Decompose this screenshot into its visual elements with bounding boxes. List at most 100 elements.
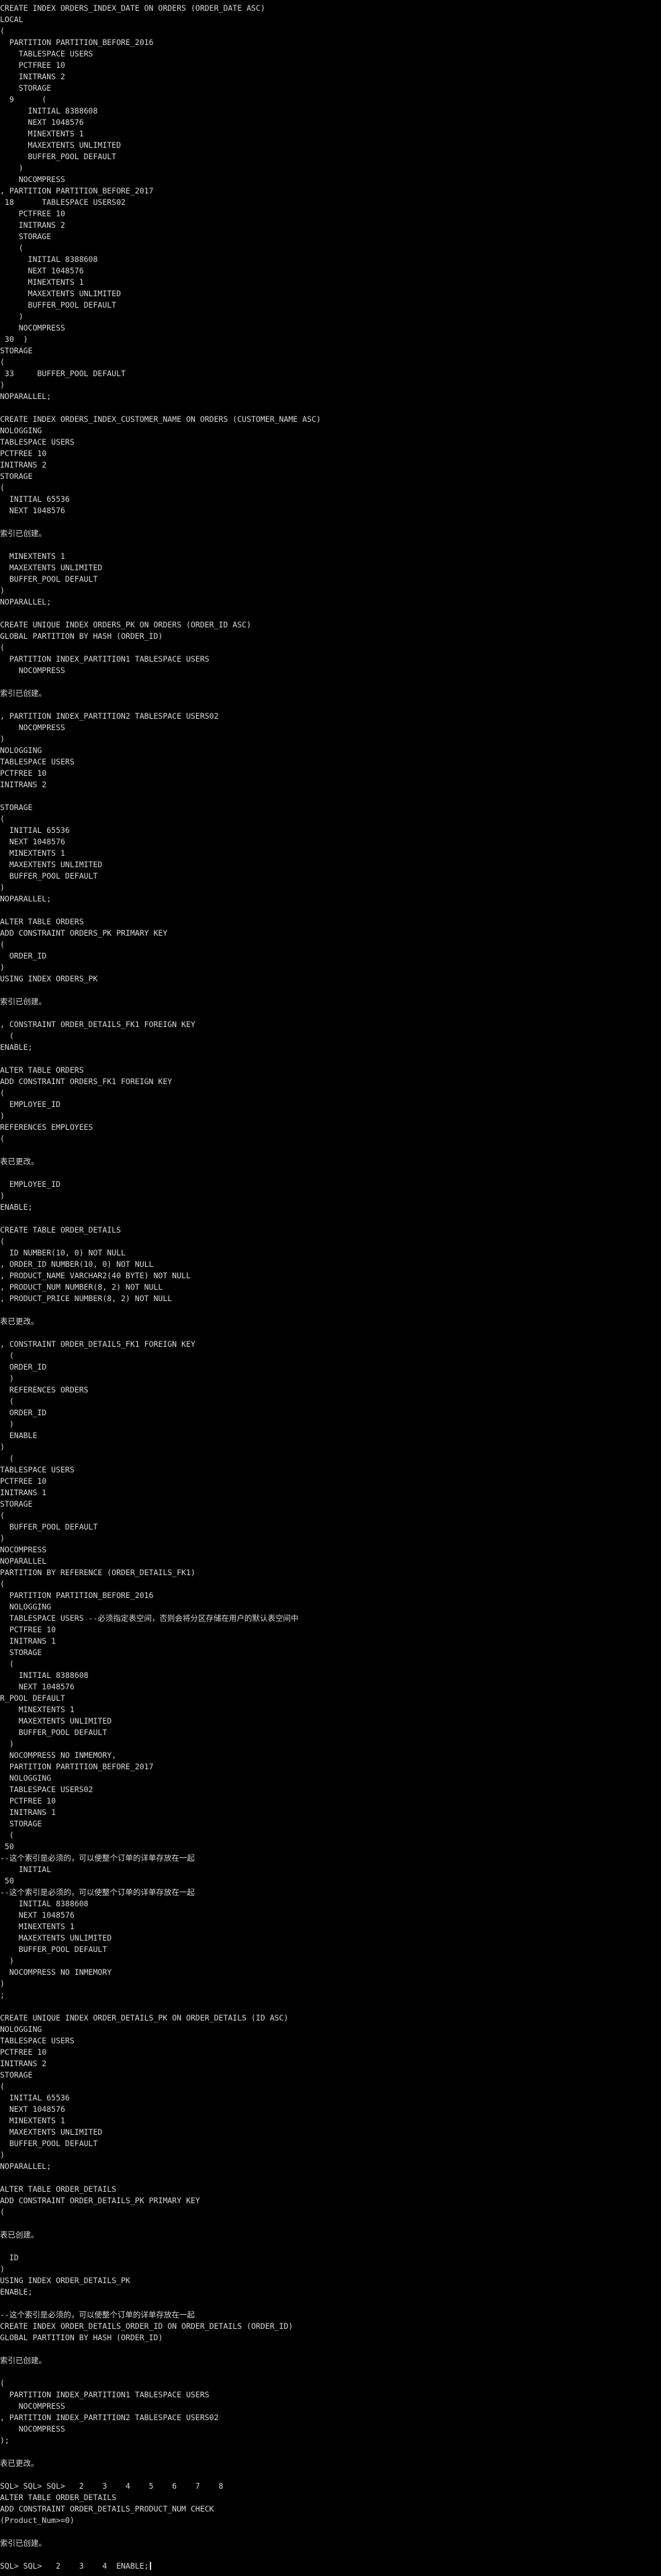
terminal-line: 索引已创建。 xyxy=(0,2538,46,2548)
terminal-line: ( xyxy=(0,26,5,36)
terminal-line: PCTFREE 10 xyxy=(0,1625,56,1634)
terminal-line: NOLOGGING xyxy=(0,1773,52,1783)
terminal-line: ); xyxy=(0,2436,9,2445)
terminal-line: 表已创建。 xyxy=(0,2230,39,2239)
terminal-line: BUFFER_POOL DEFAULT xyxy=(0,1728,107,1737)
terminal-line: NOCOMPRESS xyxy=(0,666,65,675)
terminal-line: ( xyxy=(0,1830,14,1840)
terminal-line: USING INDEX ORDER_DETAILS_PK xyxy=(0,2276,130,2285)
terminal-line: --这个索引是必须的，可以使整个订单的详单存放在一起 xyxy=(0,2310,195,2319)
terminal-line: NOCOMPRESS NO INMEMORY, xyxy=(0,1750,117,1760)
terminal-line: ALTER TABLE ORDER_DETAILS xyxy=(0,2493,117,2502)
terminal-line: ( xyxy=(0,940,5,949)
terminal-line: PCTFREE 10 xyxy=(0,768,47,778)
terminal-line: ORDER_ID xyxy=(0,1408,47,1417)
terminal-line: ) xyxy=(0,2264,5,2274)
terminal-line: TABLESPACE USERS xyxy=(0,49,93,58)
terminal-line: ( xyxy=(0,1396,14,1406)
terminal-line: , PARTITION INDEX_PARTITION2 TABLESPACE … xyxy=(0,2413,219,2422)
terminal-line: ( xyxy=(0,2207,5,2217)
terminal-line: MINEXTENTS 1 xyxy=(0,551,65,561)
terminal-line: ENABLE xyxy=(0,1431,38,1440)
terminal-line: REFERENCES EMPLOYEES xyxy=(0,1122,93,1132)
terminal-line: ORDER_ID xyxy=(0,1362,47,1372)
terminal-line: ID xyxy=(0,2253,19,2262)
terminal-line: BUFFER_POOL DEFAULT xyxy=(0,574,98,584)
terminal-line: CREATE TABLE ORDER_DETAILS xyxy=(0,1225,122,1235)
terminal-line: INITRANS 2 xyxy=(0,460,47,470)
terminal-line: 18 TABLESPACE USERS02 xyxy=(0,197,126,207)
terminal-line: STORAGE xyxy=(0,346,33,355)
terminal-line: MAXEXTENTS UNLIMITED xyxy=(0,563,103,572)
terminal-line: ( xyxy=(0,1579,5,1589)
terminal-line: ( xyxy=(0,2082,5,2091)
terminal-line: MINEXTENTS 1 xyxy=(0,129,84,138)
terminal-line: INITIAL 65536 xyxy=(0,494,70,504)
terminal-line: INITIAL 8388608 xyxy=(0,255,98,264)
terminal-line: ) xyxy=(0,1111,5,1120)
terminal-line: ( xyxy=(0,2379,5,2388)
terminal-window[interactable]: CREATE INDEX ORDERS_INDEX_DATE ON ORDERS… xyxy=(0,0,661,2576)
terminal-line: ( xyxy=(0,1351,14,1360)
terminal-line: MINEXTENTS 1 xyxy=(0,848,65,858)
terminal-line: EMPLOYEE_ID xyxy=(0,1180,61,1189)
terminal-line: R_POOL DEFAULT xyxy=(0,1693,65,1703)
terminal-line: PCTFREE 10 xyxy=(0,60,65,70)
terminal-line: , PRODUCT_PRICE NUMBER(8, 2) NOT NULL xyxy=(0,1294,173,1303)
terminal-line: ( xyxy=(0,1511,5,1520)
terminal-line: INITIAL 8388608 xyxy=(0,1671,89,1680)
terminal-line: 50 xyxy=(0,1876,14,1885)
terminal-line: ADD CONSTRAINT ORDERS_FK1 FOREIGN KEY xyxy=(0,1077,173,1086)
terminal-line: 9 ( xyxy=(0,95,47,104)
terminal-line: 索引已创建。 xyxy=(0,689,46,698)
terminal-line: ) xyxy=(0,1374,14,1383)
terminal-line: INITIAL xyxy=(0,1865,52,1874)
terminal-line: INITRANS 2 xyxy=(0,220,65,230)
terminal-line: BUFFER_POOL DEFAULT xyxy=(0,1522,98,1531)
terminal-line: BUFFER_POOL DEFAULT xyxy=(0,152,117,161)
terminal-line: INITRANS 2 xyxy=(0,780,47,789)
terminal-line: PCTFREE 10 xyxy=(0,1476,47,1486)
terminal-line: INITRANS 2 xyxy=(0,72,65,81)
terminal-line: PARTITION PARTITION_BEFORE_2016 xyxy=(0,38,154,47)
terminal-line: NEXT 1048576 xyxy=(0,118,84,127)
terminal-line: ) xyxy=(0,1442,5,1452)
terminal-line: ( xyxy=(0,1031,14,1040)
terminal-line: STORAGE xyxy=(0,1648,42,1657)
terminal-line: ( xyxy=(0,243,24,253)
terminal-line: , CONSTRAINT ORDER_DETAILS_FK1 FOREIGN K… xyxy=(0,1339,195,1349)
terminal-line: STORAGE xyxy=(0,472,33,481)
terminal-line: ) xyxy=(0,1979,5,1988)
terminal-line: NEXT 1048576 xyxy=(0,1910,75,1920)
terminal-line: INITRANS 2 xyxy=(0,2059,47,2068)
terminal-line: CREATE INDEX ORDERS_INDEX_CUSTOMER_NAME … xyxy=(0,414,321,424)
terminal-line: 30 ) xyxy=(0,335,28,344)
terminal-line: , PRODUCT_NAME VARCHAR2(40 BYTE) NOT NUL… xyxy=(0,1271,191,1280)
terminal-line: ( xyxy=(0,643,5,652)
terminal-line: ADD CONSTRAINT ORDER_DETAILS_PK PRIMARY … xyxy=(0,2196,200,2205)
terminal-line: INITRANS 1 xyxy=(0,1636,56,1646)
terminal-line: CREATE UNIQUE INDEX ORDERS_PK ON ORDERS … xyxy=(0,620,251,629)
terminal-line: ( xyxy=(0,483,5,492)
terminal-line: ) xyxy=(0,312,24,321)
terminal-line: ( xyxy=(0,1237,5,1246)
terminal-line: MAXEXTENTS UNLIMITED xyxy=(0,1933,112,1943)
terminal-line: ) xyxy=(0,380,5,390)
terminal-line: PARTITION BY REFERENCE (ORDER_DETAILS_FK… xyxy=(0,1568,195,1577)
terminal-line: NOPARALLEL; xyxy=(0,894,52,903)
terminal-line: NEXT 1048576 xyxy=(0,837,65,846)
text-cursor xyxy=(149,2562,151,2570)
